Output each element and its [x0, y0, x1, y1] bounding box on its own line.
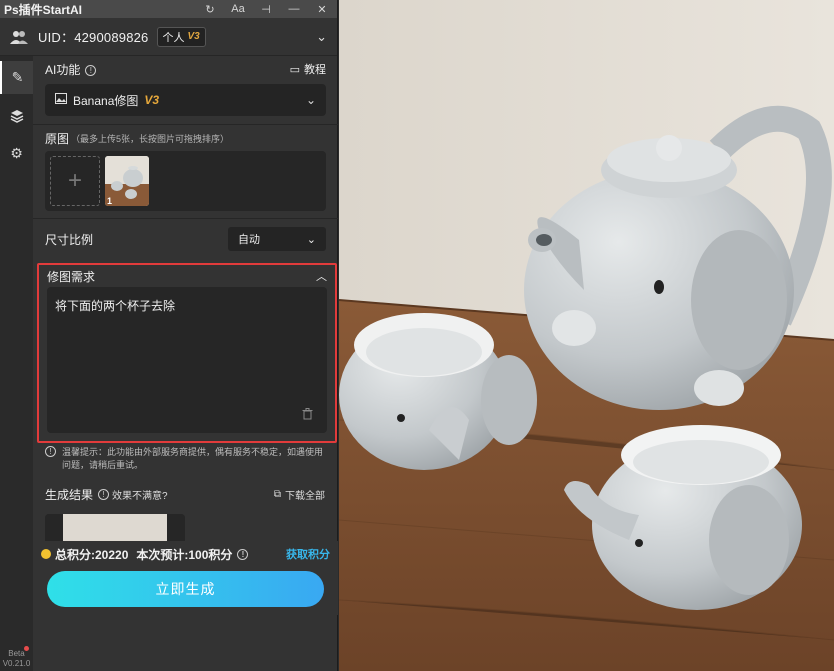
estimated-points: 本次预计:100积分: [136, 547, 233, 562]
feedback-link[interactable]: 效果不满意?: [112, 487, 168, 502]
chevron-down-icon[interactable]: ⌄: [316, 29, 327, 45]
users-icon: [10, 30, 28, 44]
plan-badge: 个人 V3: [156, 26, 206, 47]
ai-function-heading: AI功能!: [45, 61, 97, 78]
minimize-icon[interactable]: —: [287, 3, 301, 15]
download-all-label: 下载全部: [285, 490, 325, 502]
coin-icon: [41, 549, 51, 559]
source-image-thumbnail[interactable]: 1: [105, 156, 149, 206]
info-icon: !: [45, 446, 56, 457]
font-size-icon[interactable]: Aa: [231, 3, 245, 15]
add-image-button[interactable]: +: [50, 156, 100, 206]
ratio-select[interactable]: 自动 ⌄: [228, 227, 326, 251]
chevron-down-icon: ⌄: [305, 93, 316, 107]
source-image-list: + 1: [45, 151, 326, 211]
download-all-button[interactable]: ⧉ 下载全部: [274, 487, 325, 502]
ratio-section: 尺寸比例 自动 ⌄: [33, 219, 338, 259]
generate-button[interactable]: 立即生成: [47, 571, 324, 607]
window-controls: ↻ Aa ⊣ — ✕: [203, 3, 333, 16]
refresh-icon[interactable]: ↻: [203, 3, 217, 16]
title-bar: Ps插件StartAI ↻ Aa ⊣ — ✕: [0, 0, 337, 18]
version-badge: V3: [144, 93, 160, 107]
ai-function-select[interactable]: Banana修图 V3 ⌄: [45, 84, 326, 116]
notice-text: 温馨提示：此功能由外部服务商提供，偶有服务不稳定，如遇使用问题，请稍后重试。: [62, 447, 324, 470]
teapot-photo: [339, 0, 834, 671]
close-icon[interactable]: ✕: [315, 3, 329, 16]
points-bar: 总积分:20220 本次预计:100积分 ! 获取积分: [33, 541, 338, 567]
source-image-hint: （最多上传5张，长按图片可拖拽排序）: [71, 133, 230, 144]
trash-icon[interactable]: [302, 408, 313, 423]
version-label: V0.21.0: [2, 659, 31, 668]
footer: 总积分:20220 本次预计:100积分 ! 获取积分 立即生成: [33, 541, 338, 615]
plan-level: V3: [187, 31, 200, 42]
layers-icon[interactable]: [0, 99, 33, 132]
ai-function-section: AI功能! ▭ 教程 Banana修图 V3 ⌄: [33, 56, 338, 116]
result-label: 生成结果: [45, 487, 94, 502]
chevron-up-icon[interactable]: ︿: [316, 268, 327, 284]
download-icon: ⧉: [273, 488, 281, 500]
notice: ! 温馨提示：此功能由外部服务商提供，偶有服务不稳定，如遇使用问题，请稍后重试。: [45, 446, 330, 472]
request-label: 修图需求: [47, 269, 96, 284]
ai-function-label: AI功能: [45, 62, 81, 77]
thumbnail-index: 1: [107, 196, 113, 206]
plan-label: 个人: [162, 31, 185, 44]
side-rail: ✎ ⚙ Beta V0.21.0: [0, 56, 33, 671]
request-text: 将下面的两个杯子去除: [55, 299, 176, 313]
app-title: Ps插件StartAI: [4, 2, 83, 17]
tutorial-label: 教程: [304, 64, 326, 76]
result-header: 生成结果 ! 效果不满意? ⧉ 下载全部: [45, 484, 325, 504]
user-id: UID：4290089826: [38, 30, 149, 45]
info-icon[interactable]: !: [85, 64, 97, 76]
info-icon: !: [98, 488, 110, 500]
total-points: 总积分:20220: [55, 547, 129, 562]
pin-icon[interactable]: ⊣: [259, 3, 273, 16]
ratio-value: 自动: [238, 234, 260, 246]
book-icon: ▭: [289, 63, 300, 76]
canvas-photo: [339, 0, 834, 671]
source-image-section: 原图 （最多上传5张，长按图片可拖拽排序） + 1: [33, 125, 338, 211]
request-section: 修图需求 ︿ 将下面的两个杯子去除: [37, 263, 337, 443]
request-textarea[interactable]: 将下面的两个杯子去除: [47, 287, 327, 433]
ratio-label: 尺寸比例: [45, 232, 94, 247]
account-bar[interactable]: UID：4290089826 个人 V3 ⌄: [0, 18, 337, 56]
source-image-label: 原图: [45, 131, 70, 146]
tutorial-link[interactable]: ▭ 教程: [290, 61, 326, 77]
image-icon: [55, 93, 67, 107]
plugin-panel: Ps插件StartAI ↻ Aa ⊣ — ✕ UID：4290089826 个人…: [0, 0, 338, 671]
beta-label: Beta: [8, 649, 25, 658]
chevron-down-icon: ⌄: [306, 233, 316, 246]
edit-icon[interactable]: ✎: [0, 61, 33, 94]
version-info: Beta V0.21.0: [0, 649, 33, 669]
info-icon: !: [237, 548, 249, 560]
ai-function-value: Banana修图: [73, 93, 139, 108]
get-points-link[interactable]: 获取积分: [286, 546, 330, 562]
settings-icon[interactable]: ⚙: [0, 137, 33, 170]
